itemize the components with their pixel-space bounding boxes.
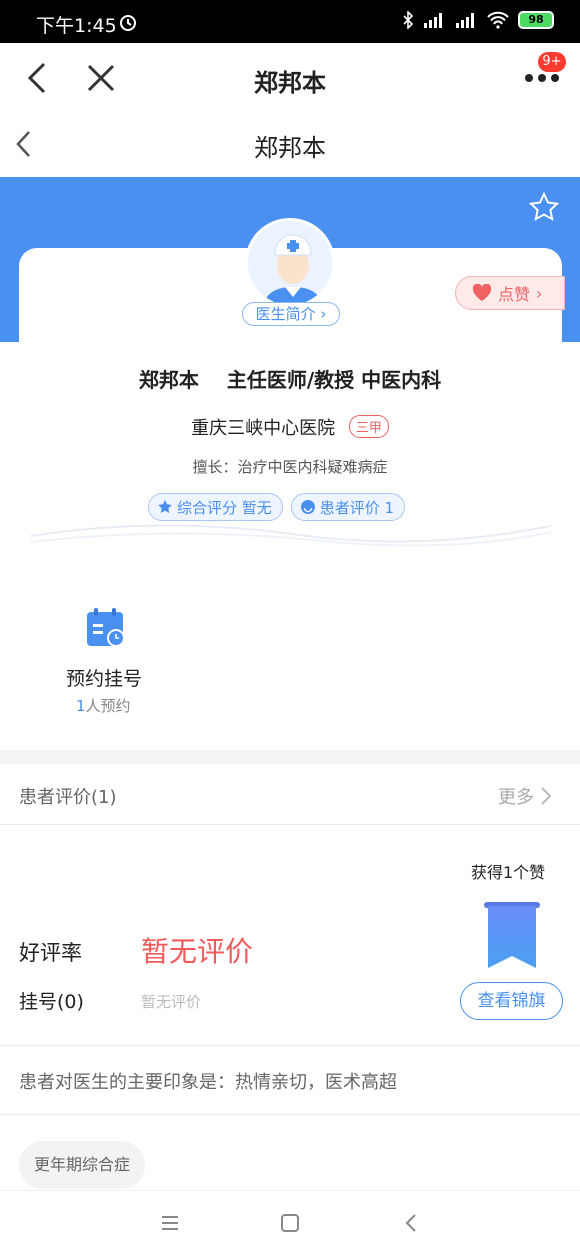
doctor-intro-label: 医生简介 bbox=[255, 305, 316, 323]
system-nav-bar bbox=[0, 1190, 580, 1257]
doctor-title-dept: 主任医师/教授 中医内科 bbox=[226, 368, 442, 392]
heart-icon bbox=[472, 284, 492, 301]
page-title: 郑邦本 bbox=[254, 69, 326, 97]
patient-review-chip[interactable]: 患者评价 1 bbox=[290, 493, 406, 521]
battery-indicator: 98 bbox=[518, 11, 554, 29]
notification-badge: 9+ bbox=[538, 52, 566, 72]
status-bar: 下午1:45 98 bbox=[0, 0, 580, 43]
more-menu-icon[interactable] bbox=[524, 73, 560, 83]
hospital-line: 重庆三峡中心医院 三甲 bbox=[0, 414, 580, 440]
rating-chips: 综合评分 暂无 患者评价 1 bbox=[148, 493, 406, 521]
doctor-skill: 擅长：治疗中医内科疑难病症 bbox=[192, 458, 388, 476]
alarm-icon bbox=[120, 15, 136, 31]
register-count-label: 挂号(0) bbox=[19, 991, 84, 1013]
doctor-avatar[interactable] bbox=[245, 218, 335, 308]
appointment-count-number: 1 bbox=[76, 697, 86, 715]
patient-reviews-header: 患者评价(1) bbox=[19, 787, 117, 808]
hospital-name: 重庆三峡中心医院 bbox=[191, 418, 336, 439]
signal-icon-2 bbox=[456, 13, 474, 28]
doctor-intro-button[interactable]: 医生简介 › bbox=[242, 302, 340, 326]
like-button[interactable]: 点赞 › bbox=[455, 276, 565, 310]
view-pennants-button[interactable]: 查看锦旗 bbox=[460, 982, 563, 1020]
register-count-value: 暂无评价 bbox=[141, 993, 202, 1011]
appointment-label[interactable]: 预约挂号 bbox=[66, 664, 142, 691]
likes-received: 获得1个赞 bbox=[471, 863, 546, 882]
menu-icon[interactable] bbox=[160, 1215, 180, 1231]
overall-score-label: 综合评分 暂无 bbox=[177, 498, 272, 517]
hospital-level-badge: 三甲 bbox=[348, 415, 389, 438]
wifi-icon bbox=[487, 11, 509, 29]
smile-icon bbox=[300, 500, 315, 514]
section-divider bbox=[0, 750, 580, 764]
top-nav: 郑邦本 bbox=[0, 43, 580, 113]
favorite-star-icon[interactable] bbox=[528, 191, 560, 223]
pennant-flag-icon bbox=[484, 902, 540, 968]
home-icon[interactable] bbox=[280, 1213, 300, 1233]
sub-nav: 郑邦本 bbox=[0, 113, 580, 177]
bluetooth-icon bbox=[403, 11, 414, 29]
doctor-name: 郑邦本 bbox=[138, 368, 199, 392]
chevron-right-icon: › bbox=[536, 283, 543, 303]
good-rate-value: 暂无评价 bbox=[141, 935, 254, 968]
more-reviews-link[interactable]: 更多 bbox=[498, 783, 552, 809]
chevron-right-icon bbox=[541, 787, 552, 805]
divider-line bbox=[0, 1045, 580, 1046]
star-icon bbox=[158, 500, 172, 513]
calendar-clock-icon[interactable] bbox=[85, 606, 129, 650]
impression-text: 患者对医生的主要印象是：热情亲切，医术高超 bbox=[19, 1072, 397, 1093]
like-label: 点赞 bbox=[498, 285, 531, 304]
review-tag[interactable]: 更年期综合症 bbox=[19, 1141, 146, 1189]
back-nav-icon[interactable] bbox=[404, 1213, 418, 1233]
signal-icon bbox=[424, 13, 442, 28]
doctor-name-line: 郑邦本 主任医师/教授 中医内科 bbox=[0, 364, 580, 393]
good-rate-label: 好评率 bbox=[19, 941, 82, 965]
status-time: 下午1:45 bbox=[36, 15, 117, 37]
more-label: 更多 bbox=[498, 787, 534, 808]
doctor-page-title: 郑邦本 bbox=[254, 134, 326, 162]
appointment-count-suffix: 人预约 bbox=[85, 697, 131, 715]
overall-score-chip[interactable]: 综合评分 暂无 bbox=[148, 493, 283, 521]
patient-review-label: 患者评价 1 bbox=[319, 498, 395, 517]
appointment-count: 1人预约 bbox=[76, 695, 131, 716]
divider-line bbox=[0, 1114, 580, 1115]
divider-line bbox=[0, 824, 580, 825]
